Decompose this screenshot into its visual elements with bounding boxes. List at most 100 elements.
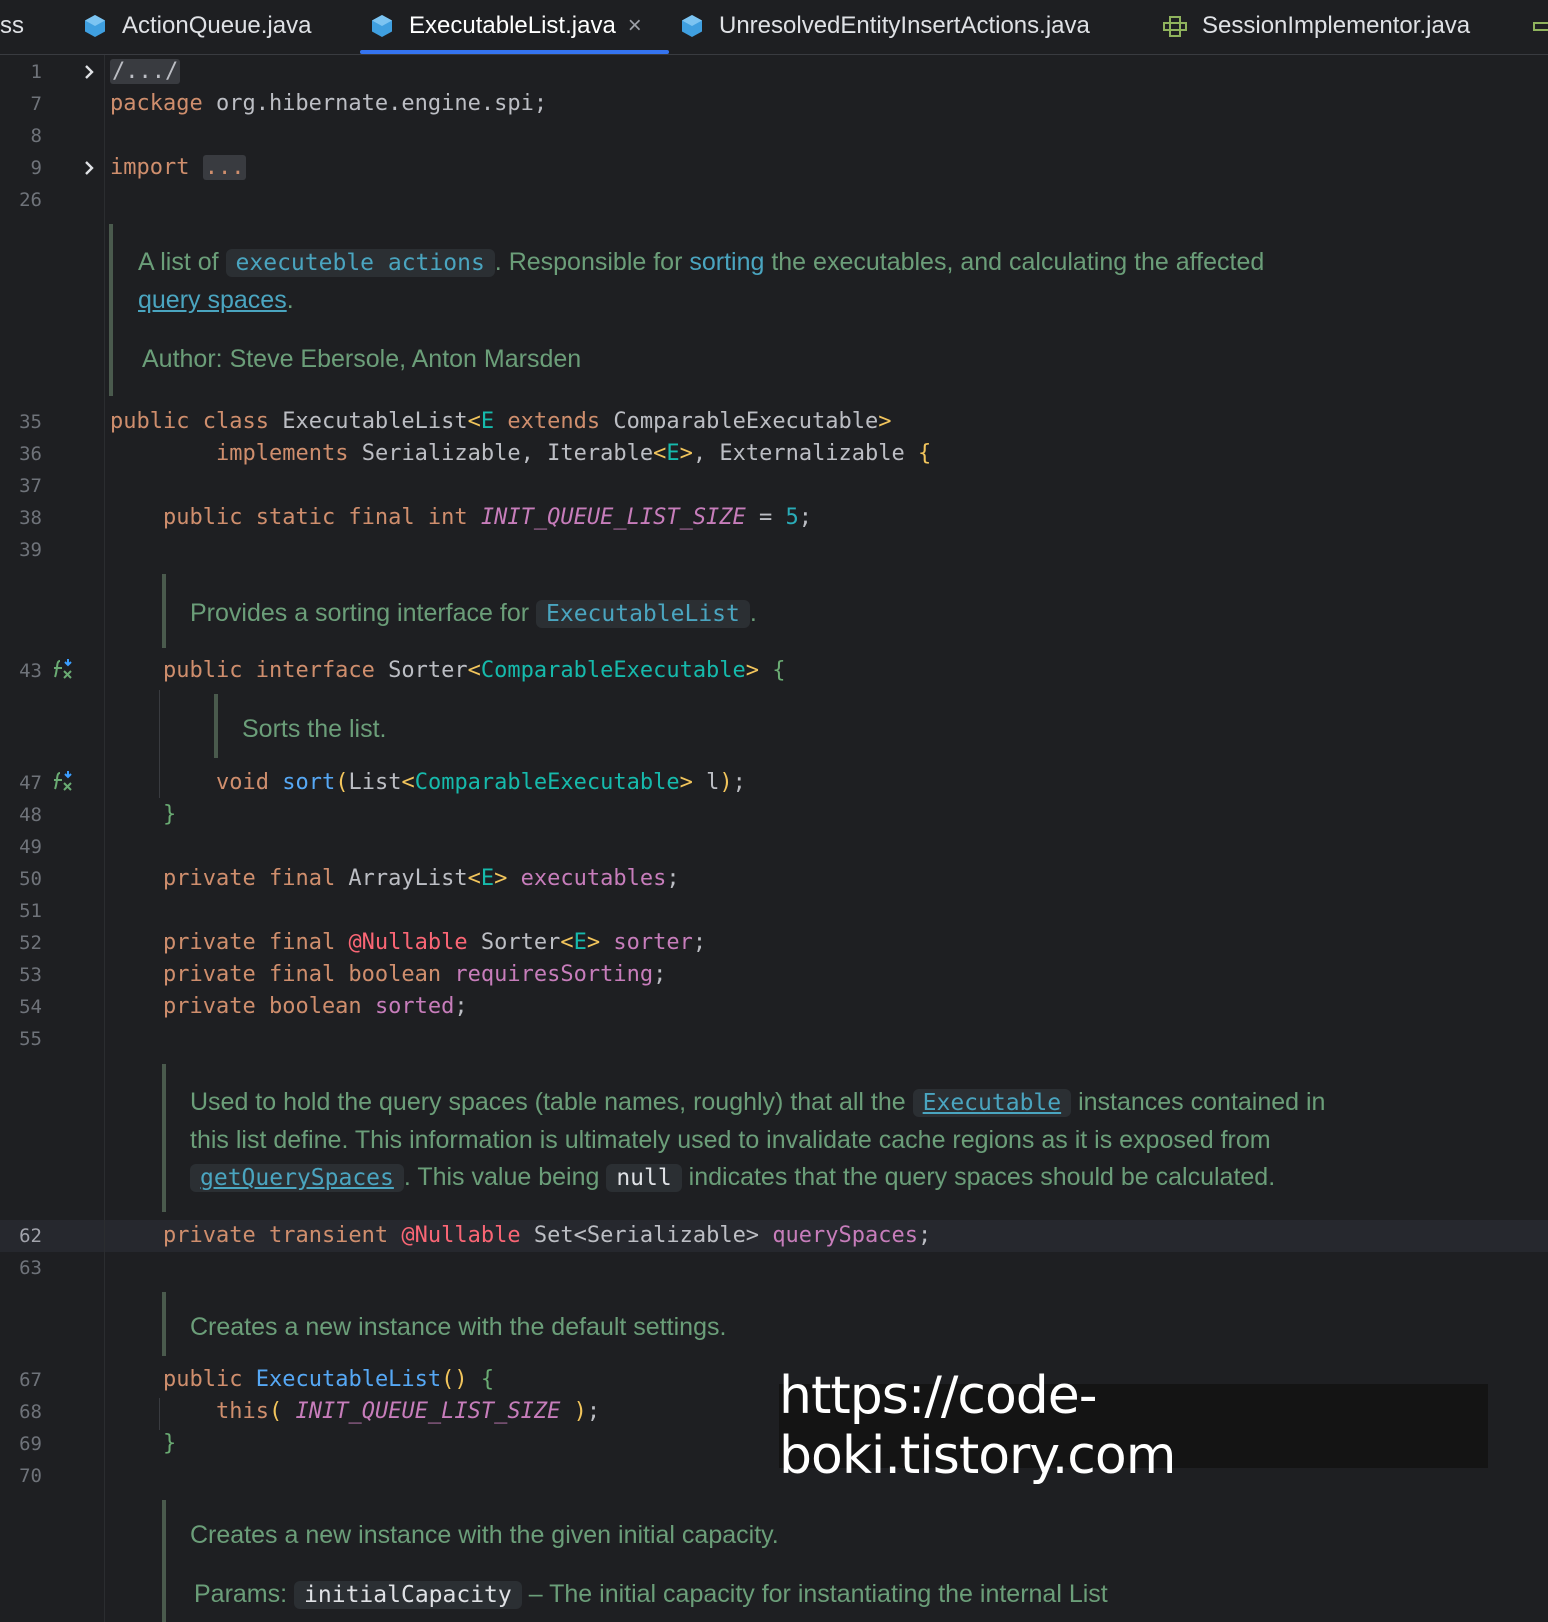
code-line-53[interactable]: private final boolean requiresSorting;: [163, 959, 666, 991]
folded-region[interactable]: /.../: [110, 59, 181, 84]
doc-text: A list of: [138, 248, 226, 276]
code-line-1[interactable]: /.../: [110, 56, 181, 88]
field-name: querySpaces: [772, 1223, 919, 1248]
code-line-68[interactable]: this( INIT_QUEUE_LIST_SIZE );: [216, 1396, 600, 1428]
doc-text: instances contained in: [1071, 1088, 1326, 1116]
implemented-by-icon[interactable]: [51, 657, 75, 681]
number-literal: 5: [785, 505, 799, 530]
keyword: public: [163, 1367, 243, 1392]
code-line-62[interactable]: private transient @Nullable Set<Serializ…: [163, 1220, 931, 1252]
doc-text: the executables, and calculating the aff…: [764, 248, 1265, 276]
bracket: <: [467, 866, 481, 891]
code-line-52[interactable]: private final @Nullable Sorter<E> sorter…: [163, 927, 706, 959]
brace: {: [772, 658, 786, 683]
keyword: implements: [216, 441, 349, 466]
line-number-current: 62: [19, 1225, 42, 1247]
brace: {: [918, 441, 932, 466]
tab-unresolvedentityinsertactions[interactable]: UnresolvedEntityInsertActions.java: [679, 0, 1090, 52]
paren: ): [719, 770, 733, 795]
paren: (: [268, 1399, 283, 1424]
code-line-54[interactable]: private boolean sorted;: [163, 991, 468, 1023]
code-line-50[interactable]: private final ArrayList<E> executables;: [163, 863, 680, 895]
code-line-67[interactable]: public ExecutableList() {: [163, 1364, 494, 1396]
line-number: 49: [19, 836, 42, 858]
close-icon[interactable]: ×: [628, 12, 642, 40]
tab-overflow[interactable]: [1532, 0, 1548, 52]
operator: =: [745, 505, 786, 530]
type-name: ArrayList: [335, 866, 468, 891]
code-line-48[interactable]: }: [163, 799, 176, 831]
punctuation: ;: [732, 770, 746, 795]
code-line-43[interactable]: public interface Sorter<ComparableExecut…: [163, 655, 786, 687]
doc-text: .: [749, 599, 757, 627]
implemented-by-icon[interactable]: [51, 769, 75, 793]
doc-author: Author: Steve Ebersole, Anton Marsden: [142, 341, 581, 378]
line-number: 7: [30, 93, 42, 115]
punctuation: ;: [586, 1399, 601, 1424]
code-line-35[interactable]: public class ExecutableList<E extends Co…: [110, 406, 892, 438]
tab-partial[interactable]: ss: [0, 0, 24, 52]
line-number: 69: [19, 1433, 42, 1455]
doc-text: . This value being: [403, 1163, 607, 1191]
doc-code-chip: initialCapacity: [294, 1581, 522, 1609]
code-line-38[interactable]: public static final int INIT_QUEUE_LIST_…: [163, 502, 812, 534]
doc-params: Params: initialCapacity – The initial ca…: [194, 1576, 1108, 1614]
paren: (: [335, 770, 349, 795]
tab-executablelist[interactable]: ExecutableList.java ×: [369, 0, 642, 52]
bracket: >: [679, 441, 693, 466]
keyword: private transient: [163, 1223, 389, 1248]
keyword: private final: [163, 866, 336, 891]
doc-code-chip[interactable]: ExecutableList: [536, 600, 750, 628]
line-number: 47: [19, 772, 42, 794]
chevron-right-icon[interactable]: [80, 63, 98, 81]
doc-link-chip[interactable]: Executable: [912, 1089, 1072, 1117]
punctuation: ;: [666, 866, 680, 891]
folded-imports[interactable]: ...: [202, 155, 247, 180]
line-number: 36: [19, 443, 42, 465]
interface-name: Sorter: [374, 658, 468, 683]
code-line-36[interactable]: implements Serializable, Iterable<E>, Ex…: [216, 438, 931, 470]
doc-text: this list define. This information is ul…: [190, 1126, 1271, 1154]
doc-link[interactable]: query spaces: [138, 286, 287, 314]
annotation: @Nullable: [348, 930, 468, 955]
tab-actionqueue[interactable]: ActionQueue.java: [82, 0, 311, 52]
doc-text: Provides a sorting interface for: [190, 599, 536, 627]
punctuation: ;: [798, 505, 813, 530]
field-name: sorter: [613, 930, 693, 955]
code-line-47[interactable]: void sort(List<ComparableExecutable> l);: [216, 767, 746, 799]
params-description: – The initial capacity for instantiating…: [521, 1580, 1108, 1608]
keyword: public interface: [163, 658, 375, 683]
tab-label: ActionQueue.java: [122, 12, 312, 39]
doc-code-chip[interactable]: executeble actions: [225, 249, 495, 277]
code-line-9[interactable]: import ...: [110, 152, 247, 184]
bracket: <: [401, 770, 415, 795]
keyword: void: [216, 770, 269, 795]
package-name: org.hibernate.engine.spi;: [202, 91, 548, 116]
bracket: >: [494, 866, 508, 891]
bracket: >: [878, 409, 892, 434]
line-number: 8: [30, 125, 42, 147]
tab-sessionimplementor[interactable]: SessionImplementor.java: [1162, 0, 1470, 52]
java-class-icon: [372, 15, 392, 37]
constant-name: INIT_QUEUE_LIST_SIZE: [480, 505, 746, 530]
bracket: <: [467, 658, 481, 683]
type-name: ComparableExecutable: [613, 409, 879, 434]
doc-link-chip[interactable]: getQuerySpaces: [190, 1164, 404, 1192]
constant-name: INIT_QUEUE_LIST_SIZE: [295, 1399, 561, 1424]
type-parameter: E: [573, 930, 587, 955]
line-number: 43: [19, 660, 42, 682]
doc-comment-bar: [162, 1292, 166, 1356]
sorter-doc-comment: Provides a sorting interface for Executa…: [190, 595, 757, 633]
line-number: 37: [19, 475, 42, 497]
keyword: class: [202, 409, 269, 434]
indent-guide: [159, 1398, 160, 1430]
type-parameter: ComparableExecutable: [414, 770, 680, 795]
punctuation: ;: [653, 962, 667, 987]
code-line-7[interactable]: package org.hibernate.engine.spi;: [110, 88, 547, 120]
chevron-right-icon[interactable]: [80, 159, 98, 177]
keyword: public static final int: [163, 505, 468, 530]
doc-comment-bar: [214, 694, 218, 758]
code-line-69[interactable]: }: [163, 1428, 176, 1460]
line-number: 53: [19, 964, 42, 986]
method-name: sort: [282, 770, 336, 795]
